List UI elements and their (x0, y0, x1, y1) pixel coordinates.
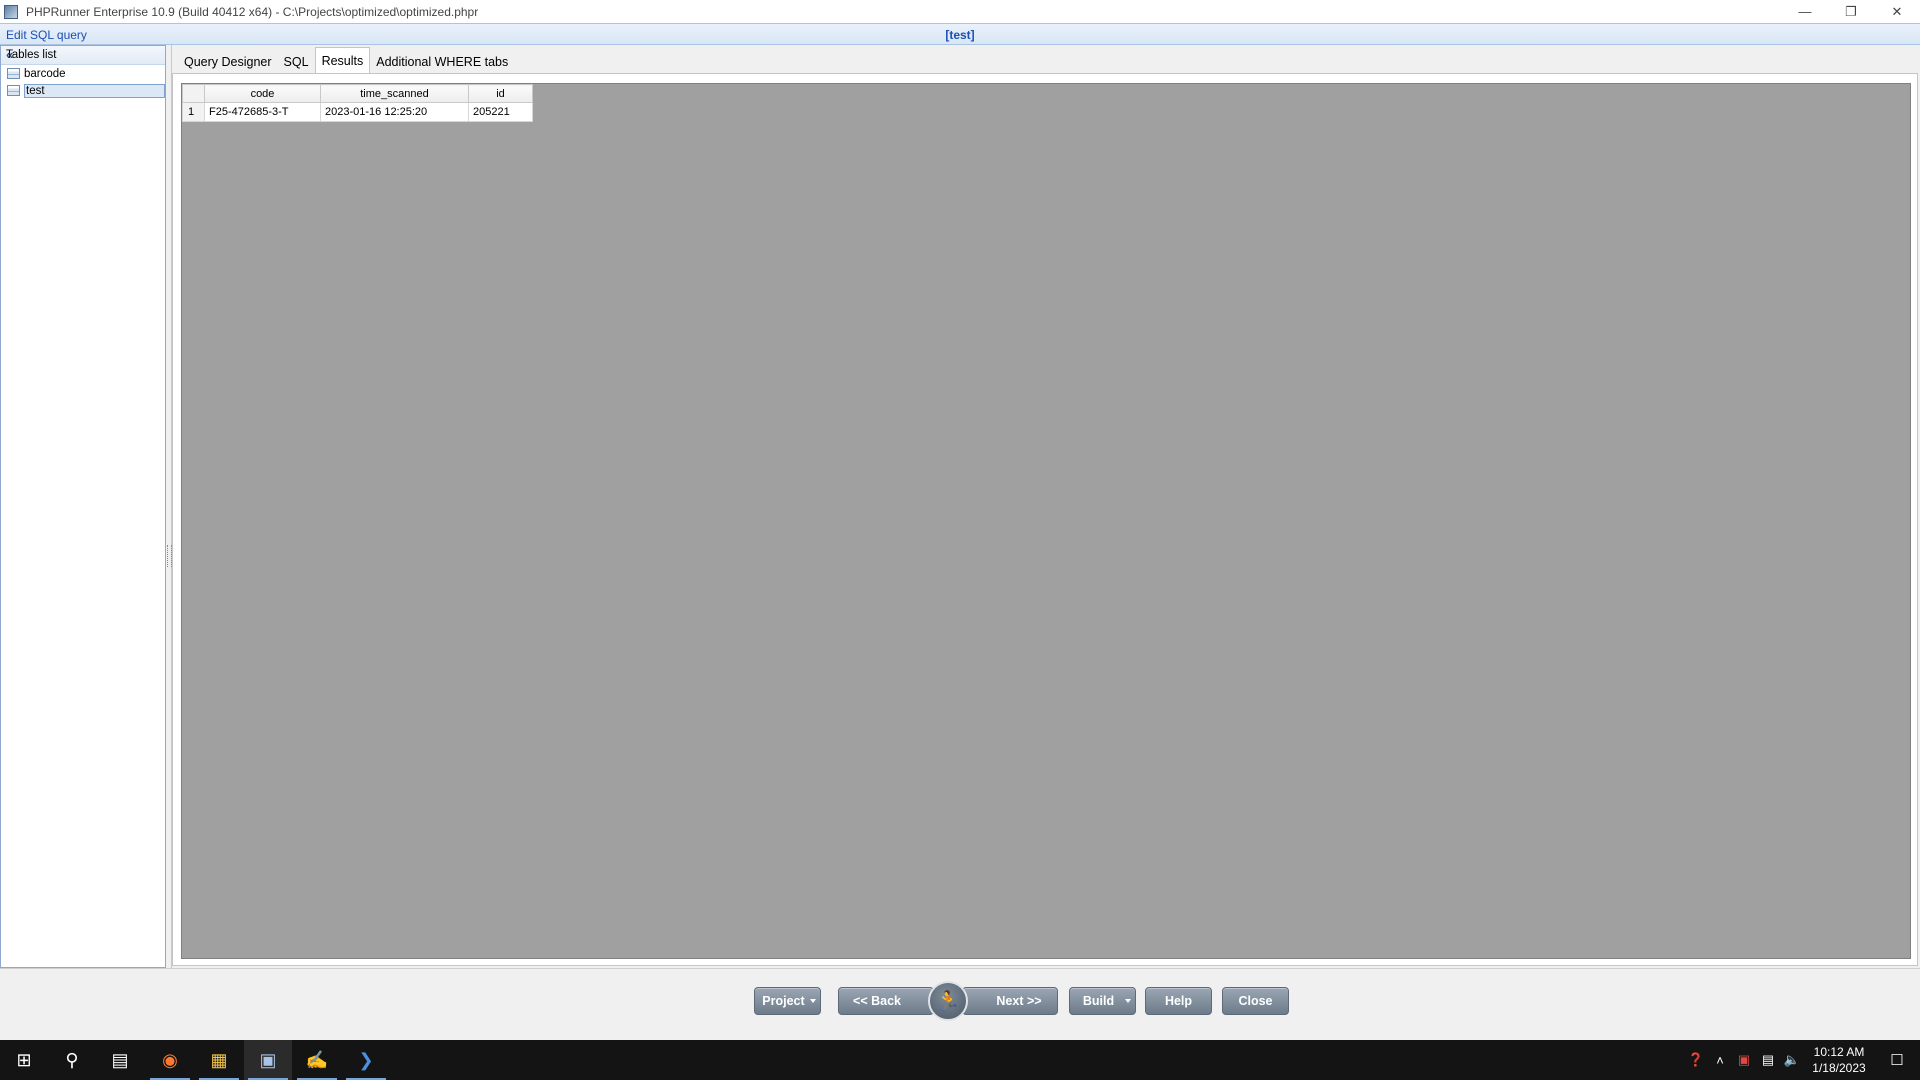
row-number-header (182, 84, 205, 103)
search-icon[interactable]: ⚲ (48, 1040, 96, 1080)
dropdown-caret-icon (810, 999, 816, 1003)
restore-icon: ❐ (1845, 3, 1857, 19)
help-button[interactable]: Help (1145, 987, 1212, 1015)
close-button[interactable]: Close (1222, 987, 1289, 1015)
cell-code[interactable]: F25-472685-3-T (204, 102, 321, 122)
firefox-icon[interactable]: ◉ (146, 1040, 194, 1080)
taskbar-clock[interactable]: 10:12 AM 1/18/2023 (1804, 1044, 1874, 1076)
table-icon (7, 68, 20, 79)
minimize-button[interactable]: — (1782, 0, 1828, 23)
paint-icon[interactable]: ✍ (293, 1040, 341, 1080)
column-header-id[interactable]: id (468, 84, 533, 103)
phprunner-app-icon (4, 4, 18, 19)
start-icon[interactable]: ⊞ (0, 1040, 48, 1080)
results-tab-body: code time_scanned id 1 F25-472685-3-T 20… (172, 73, 1918, 966)
collapse-panel-icon[interactable]: « (6, 47, 159, 62)
tables-list-panel: Tables list « barcode test (0, 45, 166, 968)
notification-icon[interactable]: ☐ (1874, 1040, 1920, 1080)
powershell-icon[interactable]: ❯ (342, 1040, 390, 1080)
network-icon[interactable]: ▤ (1756, 1040, 1780, 1080)
tab-query-designer[interactable]: Query Designer (178, 51, 278, 73)
query-tabs: Query Designer SQL Results Additional WH… (178, 47, 514, 73)
clock-date: 1/18/2023 (1812, 1061, 1866, 1075)
next-button-label: Next >> (996, 994, 1042, 1008)
project-button-label: Project (762, 994, 805, 1008)
help-tray-icon[interactable]: ❓ (1684, 1040, 1708, 1080)
cell-time-scanned[interactable]: 2023-01-16 12:25:20 (320, 102, 469, 122)
cell-id[interactable]: 205221 (468, 102, 533, 122)
column-header-time-scanned[interactable]: time_scanned (320, 84, 469, 103)
close-button-label: Close (1238, 994, 1273, 1008)
clock-time: 10:12 AM (1813, 1045, 1865, 1059)
run-icon[interactable]: 🏃 (928, 981, 968, 1021)
close-window-button[interactable]: ✕ (1874, 0, 1920, 23)
edit-sql-header: Edit SQL query [test] (0, 23, 1920, 45)
window-controls: — ❐ ✕ (1782, 0, 1920, 23)
system-tray: ❓ ˄ ▣ ▤ 🔈 10:12 AM 1/18/2023 ☐ (1684, 1040, 1920, 1080)
table-item-label: test (24, 83, 165, 98)
minimize-icon: — (1798, 4, 1812, 19)
back-button-label: << Back (853, 994, 901, 1008)
results-grid[interactable]: code time_scanned id 1 F25-472685-3-T 20… (181, 83, 1911, 959)
windows-taskbar: ⊞ ⚲ ▤ ◉ ▦ ▣ ✍ ❯ ❓ ˄ ▣ ▤ 🔈 10:12 AM 1/18/… (0, 1040, 1920, 1080)
tab-sql[interactable]: SQL (278, 51, 315, 73)
window-title: PHPRunner Enterprise 10.9 (Build 40412 x… (26, 4, 479, 19)
security-icon[interactable]: ▣ (1732, 1040, 1756, 1080)
volume-icon[interactable]: 🔈 (1780, 1040, 1804, 1080)
row-number: 1 (182, 102, 205, 122)
window-titlebar: PHPRunner Enterprise 10.9 (Build 40412 x… (0, 0, 1920, 23)
build-button-label: Build (1082, 994, 1115, 1008)
wizard-button-bar: Project << Back 🏃 Next >> Build Help Clo… (0, 968, 1920, 1040)
phprunner-icon[interactable]: ▣ (244, 1040, 292, 1080)
dropdown-caret-icon (1125, 999, 1131, 1003)
table-item-test[interactable]: test (1, 82, 165, 99)
current-table-title: [test] (945, 28, 975, 42)
chevron-up-icon[interactable]: ˄ (1708, 1040, 1732, 1080)
help-button-label: Help (1164, 994, 1193, 1008)
next-button[interactable]: Next >> (962, 987, 1058, 1015)
tab-additional-where[interactable]: Additional WHERE tabs (370, 51, 514, 73)
results-table: code time_scanned id 1 F25-472685-3-T 20… (182, 84, 533, 122)
project-button[interactable]: Project (754, 987, 821, 1015)
table-header-row: code time_scanned id (182, 84, 533, 103)
table-item-barcode[interactable]: barcode (1, 65, 165, 82)
query-editor-panel: Query Designer SQL Results Additional WH… (172, 45, 1920, 968)
table-row[interactable]: 1 F25-472685-3-T 2023-01-16 12:25:20 205… (182, 102, 533, 122)
tab-results[interactable]: Results (314, 47, 371, 73)
task-view-icon[interactable]: ▤ (96, 1040, 144, 1080)
close-icon: ✕ (1891, 3, 1903, 19)
column-header-code[interactable]: code (204, 84, 321, 103)
tables-list-header: Tables list « (1, 46, 165, 65)
table-icon (7, 85, 20, 96)
restore-button[interactable]: ❐ (1828, 0, 1874, 23)
build-button[interactable]: Build (1069, 987, 1136, 1015)
back-button[interactable]: << Back (838, 987, 934, 1015)
file-explorer-icon[interactable]: ▦ (195, 1040, 243, 1080)
table-item-label: barcode (24, 67, 66, 80)
